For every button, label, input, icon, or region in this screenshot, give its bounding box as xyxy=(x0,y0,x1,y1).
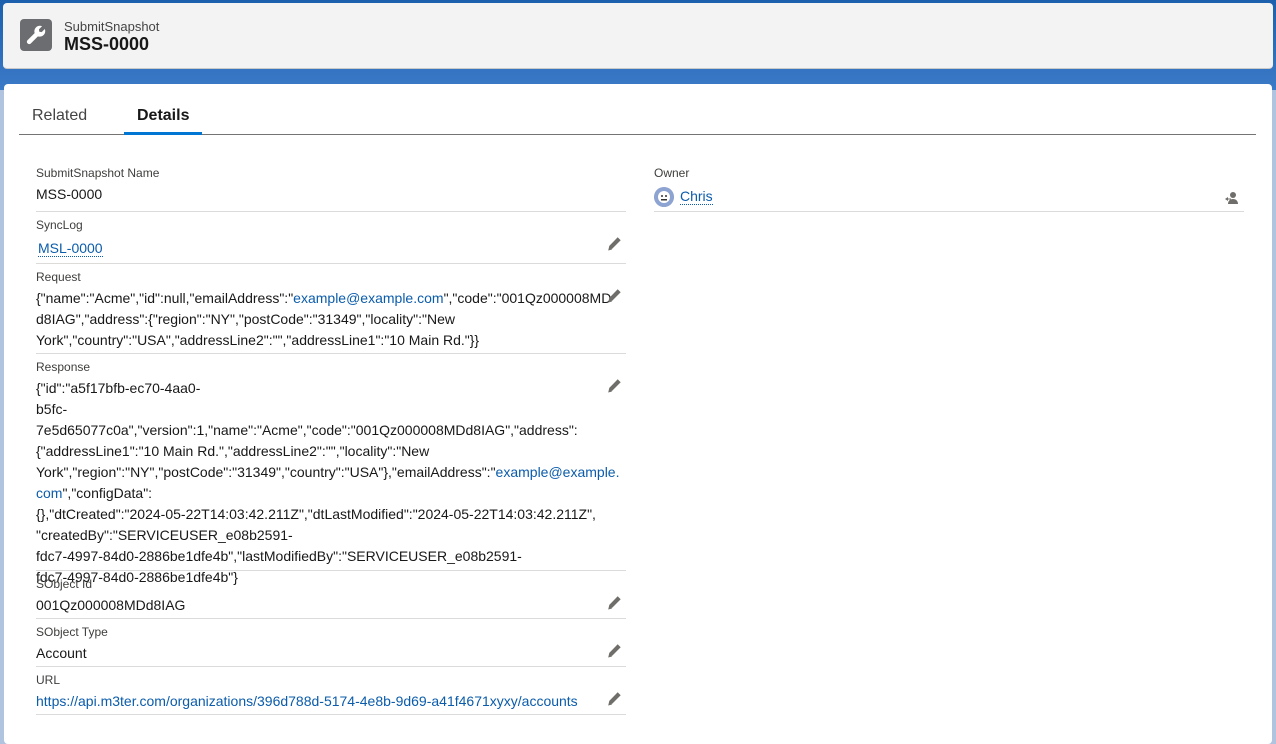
response-text: York","region":"NY","postCode":"31349","… xyxy=(36,464,496,480)
response-email-link-end[interactable]: com xyxy=(36,485,62,501)
tab-related[interactable]: Related xyxy=(32,96,87,134)
response-text: ","configData": xyxy=(62,485,153,501)
response-text: fdc7-4997-84d0-2886be1dfe4b","lastModifi… xyxy=(36,548,522,564)
wrench-icon xyxy=(20,19,52,51)
field-submitsnapshot-name: SubmitSnapshot Name MSS-0000 xyxy=(36,160,626,212)
request-text: {"name":"Acme","id":null,"emailAddress":… xyxy=(36,290,294,306)
tab-bar: Related Details xyxy=(19,96,1256,135)
field-label: Request xyxy=(36,270,81,284)
change-owner-icon[interactable] xyxy=(1224,190,1240,206)
field-label: SubmitSnapshot Name xyxy=(36,166,160,180)
field-label: SObject Id xyxy=(36,577,93,591)
response-email-link[interactable]: example@example. xyxy=(496,464,620,480)
object-type-label: SubmitSnapshot xyxy=(64,19,160,34)
pencil-icon[interactable] xyxy=(606,378,622,394)
user-avatar-icon xyxy=(654,187,674,207)
url-link[interactable]: https://api.m3ter.com/organizations/396d… xyxy=(36,693,578,709)
field-synclog: SyncLog MSL-0000 xyxy=(36,212,626,264)
response-text: {"id":"a5f17bfb-ec70-4aa0- xyxy=(36,380,201,396)
response-text: {},"dtCreated":"2024-05-22T14:03:42.211Z… xyxy=(36,506,596,522)
details-card: Related Details SubmitSnapshot Name MSS-… xyxy=(4,84,1272,744)
pencil-icon[interactable] xyxy=(606,236,622,252)
field-label: SyncLog xyxy=(36,218,83,232)
field-value: Account xyxy=(36,645,87,661)
owner-link[interactable]: Chris xyxy=(680,188,713,205)
field-label: Response xyxy=(36,360,91,374)
tab-details[interactable]: Details xyxy=(124,96,203,135)
record-title: MSS-0000 xyxy=(64,34,150,54)
field-sobject-id: SObject Id 001Qz000008MDd8IAG xyxy=(36,571,626,619)
request-text: ","code":"001Qz000008MD xyxy=(443,290,612,306)
field-label: SObject Type xyxy=(36,625,108,639)
field-value: MSS-0000 xyxy=(36,186,103,202)
response-text: "createdBy":"SERVICEUSER_e08b2591- xyxy=(36,527,293,543)
synclog-link[interactable]: MSL-0000 xyxy=(38,240,103,257)
pencil-icon[interactable] xyxy=(606,643,622,659)
field-request: Request {"name":"Acme","id":null,"emailA… xyxy=(36,264,626,354)
field-value: {"id":"a5f17bfb-ec70-4aa0- b5fc-7e5d6507… xyxy=(36,378,619,588)
field-response: Response {"id":"a5f17bfb-ec70-4aa0- b5fc… xyxy=(36,354,626,585)
field-sobject-type: SObject Type Account xyxy=(36,619,626,667)
pencil-icon[interactable] xyxy=(606,691,622,707)
request-text: d8IAG","address":{"region":"NY","postCod… xyxy=(36,311,456,327)
field-url: URL https://api.m3ter.com/organizations/… xyxy=(36,667,626,715)
field-value: {"name":"Acme","id":null,"emailAddress":… xyxy=(36,288,611,351)
record-header: SubmitSnapshot MSS-0000 xyxy=(3,3,1273,69)
field-value: 001Qz000008MDd8IAG xyxy=(36,597,186,613)
response-text: {"addressLine1":"10 Main Rd.","addressLi… xyxy=(36,443,430,459)
request-text: York","country":"USA","addressLine2":"",… xyxy=(36,332,480,348)
pencil-icon[interactable] xyxy=(606,595,622,611)
field-label: URL xyxy=(36,673,61,687)
request-email-link[interactable]: example@example.com xyxy=(293,290,443,306)
pencil-icon[interactable] xyxy=(606,288,622,304)
field-owner: Owner Chris xyxy=(654,160,1244,212)
field-label: Owner xyxy=(654,166,690,180)
response-text: b5fc-7e5d65077c0a","version":1,"name":"A… xyxy=(36,401,578,438)
